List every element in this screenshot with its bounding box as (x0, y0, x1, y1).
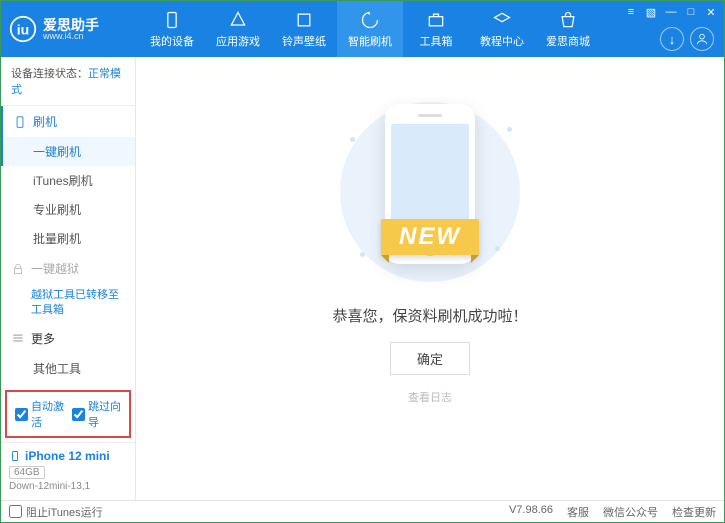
main-content: NEW 恭喜您，保资料刷机成功啦！ 确定 查看日志 (136, 57, 724, 500)
device-info-block[interactable]: iPhone 12 mini 64GB Down-12mini-13,1 (1, 442, 135, 500)
checkbox-skip-guide[interactable]: 跳过向导 (72, 398, 121, 430)
nav-store[interactable]: 爱思商城 (535, 1, 601, 57)
main-nav: 我的设备 应用游戏 铃声壁纸 智能刷机 工具箱 教程中心 爱思商城 (139, 1, 601, 57)
confirm-button[interactable]: 确定 (390, 342, 470, 375)
footer-right: V7.98.66 客服 微信公众号 检查更新 (509, 504, 716, 520)
logo-block: iu 爱思助手 www.i4.cn (9, 15, 139, 43)
nav-my-device[interactable]: 我的设备 (139, 1, 205, 57)
jailbreak-note: 越狱工具已转移至工具箱 (1, 284, 135, 323)
lock-icon (11, 262, 25, 276)
sidebar-item-batch-flash[interactable]: 批量刷机 (1, 224, 135, 253)
footer-link-update[interactable]: 检查更新 (672, 504, 716, 520)
version-label: V7.98.66 (509, 504, 553, 520)
phone-icon (9, 450, 21, 462)
nav-apps-games[interactable]: 应用游戏 (205, 1, 271, 57)
logo-icon: iu (9, 15, 37, 43)
header: iu 爱思助手 www.i4.cn 我的设备 应用游戏 铃声壁纸 智能刷机 工具… (1, 1, 724, 57)
view-log-link[interactable]: 查看日志 (408, 389, 452, 405)
menu-icon[interactable]: ≡ (624, 5, 638, 19)
new-ribbon: NEW (381, 219, 479, 255)
sidebar-item-download-firmware[interactable]: 下载固件 (1, 383, 135, 386)
header-extra: ↓ (660, 27, 714, 51)
account-icon[interactable] (690, 27, 714, 51)
checkbox-auto-activate[interactable]: 自动激活 (15, 398, 64, 430)
maximize-icon[interactable]: □ (684, 5, 698, 19)
device-storage: 64GB (9, 466, 45, 479)
skin-icon[interactable]: ▧ (644, 5, 658, 19)
download-icon[interactable]: ↓ (660, 27, 684, 51)
svg-text:iu: iu (17, 21, 29, 37)
phone-icon (13, 115, 27, 129)
nav-ringtone-wallpaper[interactable]: 铃声壁纸 (271, 1, 337, 57)
body: 设备连接状态：正常模式 刷机 一键刷机 iTunes刷机 专业刷机 批量刷机 一… (1, 57, 724, 500)
nav-smart-flash[interactable]: 智能刷机 (337, 1, 403, 57)
device-name: iPhone 12 mini (9, 449, 127, 463)
nav-tutorials[interactable]: 教程中心 (469, 1, 535, 57)
options-highlight-box: 自动激活 跳过向导 (5, 390, 131, 438)
app-title: 爱思助手 (43, 18, 99, 32)
close-icon[interactable]: ✕ (704, 5, 718, 19)
sidebar-group-jailbreak: 一键越狱 (1, 253, 135, 284)
sidebar-item-other-tools[interactable]: 其他工具 (1, 354, 135, 383)
more-icon (11, 331, 25, 345)
device-firmware-info: Down-12mini-13,1 (9, 481, 127, 492)
sidebar-group-flash[interactable]: 刷机 (1, 106, 135, 137)
sidebar-item-oneclick-flash[interactable]: 一键刷机 (1, 137, 135, 166)
sidebar-group-more[interactable]: 更多 (1, 323, 135, 354)
minimize-icon[interactable]: — (664, 5, 678, 19)
footer-link-support[interactable]: 客服 (567, 504, 589, 520)
window-controls: ≡ ▧ — □ ✕ (624, 5, 718, 19)
success-illustration: NEW (330, 97, 530, 287)
sidebar: 设备连接状态：正常模式 刷机 一键刷机 iTunes刷机 专业刷机 批量刷机 一… (1, 57, 136, 500)
nav-toolbox[interactable]: 工具箱 (403, 1, 469, 57)
footer-link-wechat[interactable]: 微信公众号 (603, 504, 658, 520)
sidebar-list: 刷机 一键刷机 iTunes刷机 专业刷机 批量刷机 一键越狱 越狱工具已转移至… (1, 106, 135, 386)
success-message: 恭喜您，保资料刷机成功啦！ (332, 305, 527, 326)
sidebar-item-pro-flash[interactable]: 专业刷机 (1, 195, 135, 224)
sidebar-item-itunes-flash[interactable]: iTunes刷机 (1, 166, 135, 195)
connection-status: 设备连接状态：正常模式 (1, 57, 135, 106)
app-url: www.i4.cn (43, 32, 99, 41)
checkbox-block-itunes[interactable]: 阻止iTunes运行 (9, 504, 103, 520)
footer: 阻止iTunes运行 V7.98.66 客服 微信公众号 检查更新 (1, 500, 724, 522)
